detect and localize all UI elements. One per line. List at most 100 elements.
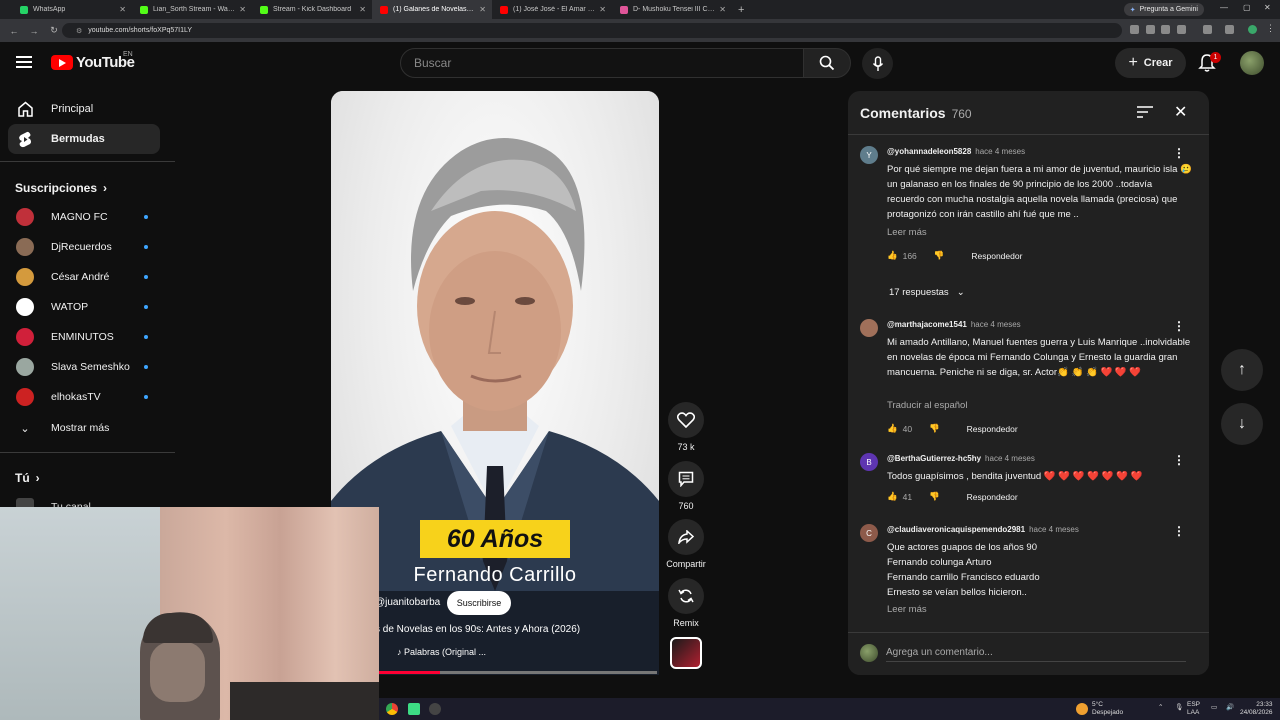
address-field[interactable]: ⚙ youtube.com/shorts/foXPq57I1LY <box>62 23 1122 38</box>
more-options-icon[interactable]: ⋮ <box>1173 319 1185 333</box>
tab-close-icon[interactable]: ✕ <box>599 5 606 14</box>
reply-button[interactable]: Respondedor <box>971 251 1022 261</box>
add-comment-input[interactable]: Agrega un comentario... <box>886 647 1186 662</box>
dislike-icon[interactable]: 👎 <box>934 250 945 261</box>
share-button[interactable] <box>668 519 704 555</box>
dislike-icon[interactable]: 👎 <box>929 491 940 502</box>
youtube-logo[interactable]: YouTube EN <box>51 51 135 71</box>
translate-link[interactable]: Traducir al español <box>887 400 967 411</box>
bookmark-icon[interactable] <box>1177 25 1186 34</box>
next-short-button[interactable]: ↓ <box>1221 403 1263 445</box>
tab-close-icon[interactable]: ✕ <box>479 5 486 14</box>
zoom-icon[interactable] <box>1146 25 1155 34</box>
forward-icon[interactable]: → <box>28 26 40 36</box>
voice-search-button[interactable] <box>862 48 893 79</box>
view-replies-button[interactable]: 17 respuestas ⌄ <box>889 287 965 298</box>
subscription-item[interactable]: ENMINUTOS <box>16 326 156 348</box>
weather-info[interactable]: 5°C Despejado <box>1092 701 1123 717</box>
comment-author[interactable]: @yohannadeleon5828 <box>887 147 971 156</box>
remix-button[interactable] <box>668 578 704 614</box>
like-icon[interactable]: 👍 <box>887 250 898 261</box>
you-header[interactable]: Tú › <box>15 471 40 485</box>
avatar[interactable]: Y <box>860 146 878 164</box>
subscription-item[interactable]: César André <box>16 266 156 288</box>
comment-author[interactable]: @claudiaveronicaquispemendo2981 <box>887 525 1025 534</box>
back-icon[interactable]: ← <box>8 26 20 36</box>
new-tab-button[interactable]: + <box>738 4 744 16</box>
comments-button[interactable] <box>668 461 704 497</box>
sidebar-item-principal[interactable]: Principal <box>8 94 160 124</box>
maximize-icon[interactable]: ▢ <box>1243 3 1251 12</box>
like-icon[interactable]: 👍 <box>887 423 898 434</box>
gemini-button[interactable]: ✦ Pregunta a Gemini <box>1123 3 1204 16</box>
cast-icon[interactable] <box>1161 25 1170 34</box>
network-icon[interactable]: ▭ <box>1211 704 1217 712</box>
tab-close-icon[interactable]: ✕ <box>239 5 246 14</box>
read-more-link[interactable]: Leer más <box>887 227 927 238</box>
sort-icon[interactable] <box>1137 105 1153 119</box>
microphone-tray-icon[interactable]: 🎙 <box>1175 704 1183 712</box>
reply-button[interactable]: Respondedor <box>967 424 1018 434</box>
extensions-icon[interactable] <box>1203 25 1212 34</box>
channel-name[interactable]: @juanitobarba <box>375 597 440 608</box>
like-icon[interactable]: 👍 <box>887 491 898 502</box>
subscribe-button[interactable]: Suscribirse <box>447 591 511 615</box>
tab-close-icon[interactable]: ✕ <box>719 5 726 14</box>
avatar[interactable] <box>860 319 878 337</box>
menu-hamburger-icon[interactable] <box>16 56 32 68</box>
subscription-item[interactable]: DjRecuerdos <box>16 236 156 258</box>
more-options-icon[interactable]: ⋮ <box>1173 453 1185 467</box>
app-icon[interactable] <box>408 703 420 715</box>
chevron-up-icon[interactable]: ⌃ <box>1158 704 1163 712</box>
subscriptions-header[interactable]: Suscripciones › <box>15 181 107 195</box>
tab-close-icon[interactable]: ✕ <box>359 5 366 14</box>
like-action[interactable]: 73 k <box>668 402 704 452</box>
dislike-icon[interactable]: 👎 <box>929 423 940 434</box>
sidepanel-icon[interactable] <box>1225 25 1234 34</box>
minimize-icon[interactable]: — <box>1220 3 1228 12</box>
menu-icon[interactable]: ⋮ <box>1266 23 1275 33</box>
subscription-item[interactable]: elhokasTV <box>16 386 156 408</box>
site-info-icon[interactable]: ⚙ <box>76 27 82 35</box>
create-button[interactable]: + Crear <box>1115 48 1186 78</box>
chrome-icon[interactable] <box>386 703 398 715</box>
remix-action[interactable]: Remix <box>668 578 704 628</box>
account-avatar[interactable] <box>1240 51 1264 75</box>
comment-author[interactable]: @BerthaGutierrez-hc5hy <box>887 454 981 463</box>
video-title[interactable]: s de Novelas en los 90s: Antes y Ahora (… <box>375 624 580 635</box>
subscription-item[interactable]: Slava Semeshko <box>16 356 156 378</box>
close-icon[interactable]: ✕ <box>1174 102 1187 122</box>
language-indicator[interactable]: ESP LAA <box>1187 701 1200 717</box>
previous-short-button[interactable]: ↑ <box>1221 349 1263 391</box>
browser-tab[interactable]: WhatsApp ✕ <box>12 0 132 19</box>
comment-author[interactable]: @marthajacome1541 <box>887 320 967 329</box>
browser-tab[interactable]: (1) Galanes de Novelas en ✕ <box>372 0 492 19</box>
translate-icon[interactable] <box>1130 25 1139 34</box>
obs-icon[interactable] <box>429 703 441 715</box>
clock[interactable]: 23:33 24/08/2026 <box>1240 701 1273 717</box>
comments-action[interactable]: 760 <box>668 461 704 511</box>
music-link[interactable]: ♪ Palabras (Original ... <box>397 647 486 657</box>
search-button[interactable] <box>803 48 851 78</box>
avatar[interactable]: C <box>860 524 878 542</box>
more-options-icon[interactable]: ⋮ <box>1173 146 1185 160</box>
profile-icon[interactable] <box>1248 25 1257 34</box>
show-more-button[interactable]: ⌄ Mostrar más <box>16 417 156 439</box>
search-input[interactable]: Buscar <box>400 48 804 78</box>
browser-tab[interactable]: (1) José José - El Amar y el ✕ <box>492 0 612 19</box>
like-button[interactable] <box>668 402 704 438</box>
more-options-icon[interactable]: ⋮ <box>1173 524 1185 538</box>
read-more-link[interactable]: Leer más <box>887 604 927 615</box>
share-action[interactable]: Compartir <box>664 519 708 569</box>
avatar[interactable]: B <box>860 453 878 471</box>
subscription-item[interactable]: WATOP <box>16 296 156 318</box>
close-window-icon[interactable]: ✕ <box>1264 3 1271 12</box>
browser-tab[interactable]: D- Mushoku Tensei III Cap ✕ <box>612 0 732 19</box>
short-video-player[interactable]: 60 Años Fernando Carrillo @juanitobarba … <box>331 91 659 675</box>
browser-tab[interactable]: Stream - Kick Dashboard ✕ <box>252 0 372 19</box>
volume-icon[interactable]: 🔊 <box>1226 704 1234 712</box>
video-progress-bar[interactable] <box>379 671 657 674</box>
subscription-item[interactable]: MAGNO FC <box>16 206 156 228</box>
tab-close-icon[interactable]: ✕ <box>119 5 126 14</box>
reload-icon[interactable]: ↻ <box>48 25 60 36</box>
